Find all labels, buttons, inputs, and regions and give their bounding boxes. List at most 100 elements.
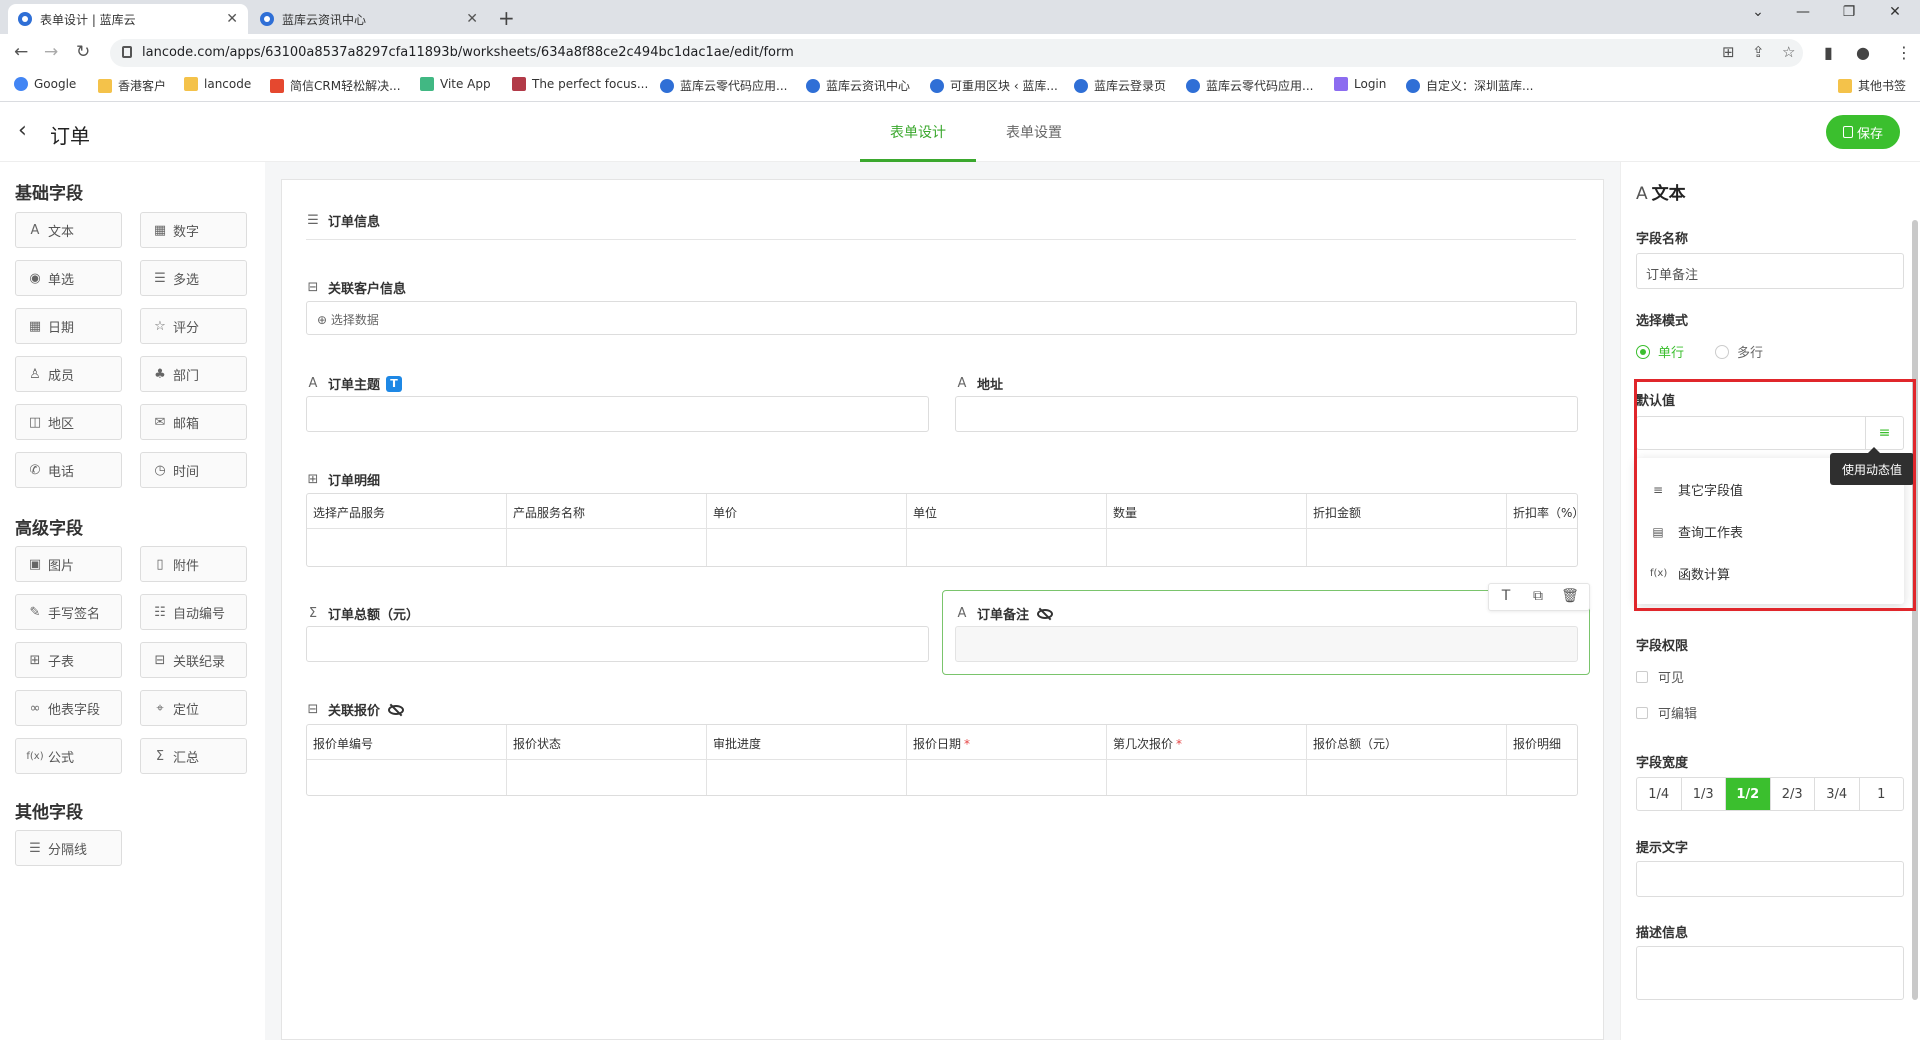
reload-icon[interactable]: ↻ <box>76 42 90 62</box>
bookmark-item[interactable]: lancode <box>184 77 251 91</box>
related-quote-subtable[interactable]: 报价单编号 报价状态 审批进度 报价日期 * 第几次报价 * 报价总额（元） 报价明… <box>306 724 1578 796</box>
field-time-button[interactable]: ◷ 时间 <box>140 452 247 488</box>
field-signature-button[interactable]: ✎ 手写签名 <box>15 594 122 630</box>
field-department-button[interactable]: ♣ 部门 <box>140 356 247 392</box>
field-member-button[interactable]: ♙ 成员 <box>15 356 122 392</box>
url-input[interactable]: lancode.com/apps/63100a8537a8297cfa11893… <box>110 39 1803 67</box>
tab-search-icon[interactable]: ⌄ <box>1735 4 1781 20</box>
side-panel-icon[interactable]: ▮ <box>1824 43 1833 62</box>
mode-single-radio[interactable]: 单行 <box>1636 342 1684 361</box>
section-header[interactable]: ☰ 订单信息 <box>306 211 380 230</box>
phone-icon: ✆ <box>29 462 41 478</box>
field-date-button[interactable]: ▦ 日期 <box>15 308 122 344</box>
bookmark-item[interactable]: 蓝库云登录页 <box>1074 77 1166 94</box>
field-location-button[interactable]: ⌖ 定位 <box>140 690 247 726</box>
field-text-button[interactable]: A 文本 <box>15 212 122 248</box>
editable-checkbox[interactable]: 可编辑 <box>1636 703 1697 722</box>
width-option[interactable]: 3/4 <box>1815 778 1860 810</box>
related-customer-field[interactable]: ⊕ 选择数据 <box>306 301 1577 335</box>
bookmark-item[interactable]: 蓝库云零代码应用... <box>1186 77 1313 94</box>
column-header: 报价总额（元） <box>1313 737 1398 751</box>
bookmark-item[interactable]: The perfect focus... <box>512 77 648 91</box>
order-total-input[interactable] <box>306 626 929 662</box>
new-tab-icon[interactable]: + <box>498 6 515 30</box>
order-note-input[interactable] <box>955 626 1578 662</box>
field-phone-button[interactable]: ✆ 电话 <box>15 452 122 488</box>
field-lookup-button[interactable]: ∞ 他表字段 <box>15 690 122 726</box>
field-name-input[interactable]: 订单备注 <box>1636 253 1904 289</box>
back-icon[interactable]: ← <box>14 42 28 62</box>
width-option[interactable]: 2/3 <box>1771 778 1815 810</box>
tab-form-settings[interactable]: 表单设置 <box>1006 122 1062 142</box>
field-auto-number-button[interactable]: ☷ 自动编号 <box>140 594 247 630</box>
bookmark-item[interactable]: 可重用区块 ‹ 蓝库... <box>930 77 1058 94</box>
bookmark-item[interactable]: Google <box>14 77 76 91</box>
related-quote-label[interactable]: ⊟ 关联报价 <box>306 700 405 719</box>
browser-menu-icon[interactable]: ⋮ <box>1896 43 1912 62</box>
bookmark-item[interactable]: Vite App <box>420 77 491 91</box>
sigma-icon: Σ <box>308 606 318 621</box>
field-rating-button[interactable]: ☆ 评分 <box>140 308 247 344</box>
bookmark-star-icon[interactable]: ☆ <box>1782 43 1795 61</box>
calendar-icon: ▦ <box>28 318 42 334</box>
mode-multi-radio[interactable]: 多行 <box>1715 342 1763 361</box>
order-total-label[interactable]: Σ 订单总额（元） <box>306 604 419 623</box>
link-icon: ∞ <box>29 700 41 716</box>
order-note-label[interactable]: A 订单备注 <box>955 604 1054 623</box>
address-label[interactable]: A 地址 <box>955 374 1003 393</box>
field-divider-button[interactable]: ☰ 分隔线 <box>15 830 122 866</box>
width-option[interactable]: 1/3 <box>1682 778 1726 810</box>
related-customer-label[interactable]: ⊟ 关联客户信息 <box>306 278 406 297</box>
delete-icon[interactable]: 🗑 <box>1559 588 1581 604</box>
field-email-button[interactable]: ✉ 邮箱 <box>140 404 247 440</box>
bookmark-item[interactable]: Login <box>1334 77 1386 91</box>
translate-icon[interactable]: ⊞ <box>1722 43 1735 61</box>
share-icon[interactable]: ⇪ <box>1752 43 1765 61</box>
field-single-select-button[interactable]: ◉ 单选 <box>15 260 122 296</box>
field-multi-select-button[interactable]: ☰ 多选 <box>140 260 247 296</box>
add-circle-icon: ⊕ <box>317 313 331 327</box>
bookmark-item[interactable]: 简信CRM轻松解决... <box>270 77 401 94</box>
order-subject-input[interactable] <box>306 396 929 432</box>
browser-tab-news[interactable]: 蓝库云资讯中心 ✕ <box>250 4 488 34</box>
field-number-button[interactable]: ▦ 数字 <box>140 212 247 248</box>
field-image-button[interactable]: ▣ 图片 <box>15 546 122 582</box>
field-subtable-button[interactable]: ⊞ 子表 <box>15 642 122 678</box>
field-formula-button[interactable]: f(x) 公式 <box>15 738 122 774</box>
bookmark-item[interactable]: 香港客户 <box>98 77 166 94</box>
bookmark-item[interactable]: 蓝库云零代码应用... <box>660 77 787 94</box>
tab-form-design[interactable]: 表单设计 <box>890 122 946 142</box>
minimize-icon[interactable]: — <box>1780 4 1826 20</box>
bookmark-item[interactable]: 自定义：深圳蓝库... <box>1406 77 1533 94</box>
table-column: 折扣率（%） <box>1507 494 1577 566</box>
close-tab-icon[interactable]: ✕ <box>226 11 238 27</box>
order-subject-label[interactable]: A 订单主题 T <box>306 374 403 393</box>
order-detail-label[interactable]: ⊞ 订单明细 <box>306 470 380 489</box>
copy-icon[interactable]: ⧉ <box>1527 588 1549 604</box>
bookmark-item[interactable]: 蓝库云资讯中心 <box>806 77 910 94</box>
restore-icon[interactable]: ❐ <box>1826 4 1872 20</box>
title-field-icon[interactable]: T <box>1495 588 1517 604</box>
radio-checked-icon <box>1636 344 1650 359</box>
width-option[interactable]: 1/4 <box>1637 778 1682 810</box>
save-button[interactable]: 保存 <box>1826 115 1900 149</box>
select-data-button[interactable]: ⊕ 选择数据 <box>317 311 379 328</box>
field-region-button[interactable]: ◫ 地区 <box>15 404 122 440</box>
field-attachment-button[interactable]: ▯ 附件 <box>140 546 247 582</box>
width-option[interactable]: 1 <box>1860 778 1904 810</box>
close-tab-icon[interactable]: ✕ <box>466 11 478 27</box>
address-input[interactable] <box>955 396 1578 432</box>
field-summary-button[interactable]: Σ 汇总 <box>140 738 247 774</box>
order-detail-subtable[interactable]: 选择产品服务 产品服务名称 单价 单位 数量 折扣金额 折扣率（%） <box>306 493 1578 567</box>
visible-checkbox[interactable]: 可见 <box>1636 667 1684 686</box>
forward-icon[interactable]: → <box>44 42 58 62</box>
browser-tab-form-design[interactable]: 表单设计 | 蓝库云 ✕ <box>8 4 248 34</box>
field-relation-button[interactable]: ⊟ 关联纪录 <box>140 642 247 678</box>
close-window-icon[interactable]: ✕ <box>1872 4 1918 20</box>
hint-input[interactable] <box>1636 861 1904 897</box>
other-bookmarks[interactable]: 其他书签 <box>1838 77 1906 94</box>
back-arrow-icon[interactable]: ‹ <box>18 118 27 143</box>
profile-avatar-icon[interactable]: ● <box>1856 43 1870 62</box>
description-textarea[interactable] <box>1636 946 1904 1000</box>
width-option-selected[interactable]: 1/2 <box>1726 778 1771 810</box>
